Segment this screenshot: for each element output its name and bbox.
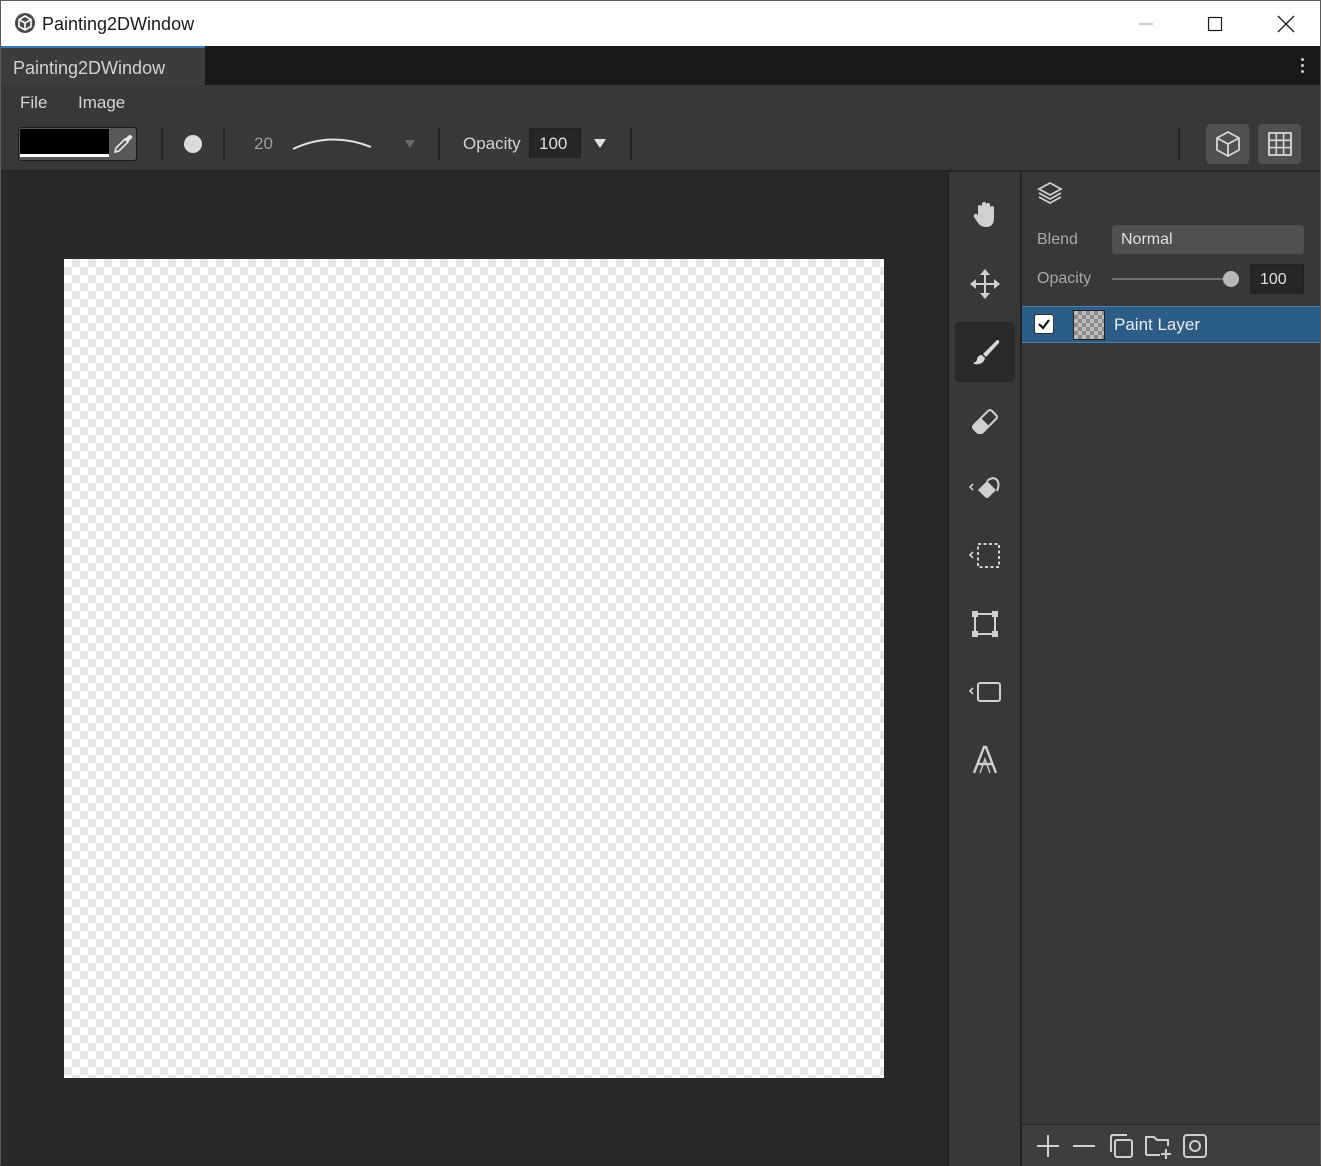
brush-icon [973, 340, 1000, 365]
move-tool-button[interactable] [955, 254, 1015, 314]
grid-icon [1267, 132, 1292, 156]
slider-handle[interactable] [1223, 271, 1239, 287]
fill-bucket-icon [968, 477, 1000, 498]
cube-icon [1215, 130, 1240, 158]
tab-label: Painting2DWindow [13, 58, 166, 78]
move-icon [970, 269, 1000, 299]
toolbar-divider [223, 128, 225, 160]
toolbar-divider [630, 128, 632, 160]
brush-shape-icon[interactable] [184, 135, 202, 153]
toolbar-divider [438, 128, 440, 160]
window-titlebar: Painting2DWindow [1, 1, 1320, 46]
layer-thumbnail [1073, 310, 1105, 340]
layer-opacity-slider[interactable] [1112, 278, 1232, 280]
opacity-input[interactable]: 100 [529, 128, 581, 158]
maximize-icon [1207, 16, 1223, 31]
layer-visibility-checkbox[interactable] [1034, 314, 1054, 334]
layer-opacity-label: Opacity [1037, 270, 1092, 287]
menu-bar: File Image [1, 85, 1320, 119]
shape-tool-button[interactable] [955, 662, 1015, 722]
3d-view-button[interactable] [1206, 124, 1249, 164]
paint-toolbar: 20 Opacity 100 [1, 119, 1320, 171]
text-tool-button[interactable] [955, 730, 1015, 790]
layer-name: Paint Layer [1114, 315, 1200, 334]
hand-tool-button[interactable] [955, 185, 1015, 245]
brush-curve-icon[interactable] [291, 133, 375, 155]
color-picker-field[interactable] [18, 127, 137, 161]
layer-row[interactable]: Paint Layer [1022, 306, 1320, 343]
selection-tool-button[interactable] [955, 526, 1015, 586]
layers-footer [1022, 1124, 1320, 1166]
transform-icon [972, 611, 998, 637]
duplicate-layer-icon[interactable] [1107, 1132, 1135, 1160]
text-icon [972, 745, 998, 774]
layers-icon [1037, 181, 1063, 205]
paint-canvas[interactable] [64, 259, 884, 1078]
fill-tool-button[interactable] [955, 458, 1015, 518]
editor-tab-bar: Painting2DWindow [1, 46, 1320, 85]
close-button[interactable] [1263, 1, 1309, 46]
blend-label: Blend [1037, 231, 1078, 248]
more-options-icon[interactable] [1294, 56, 1310, 76]
minimize-button[interactable] [1123, 1, 1169, 46]
layer-opacity-input[interactable]: 100 [1250, 264, 1304, 294]
grid-view-button[interactable] [1258, 124, 1301, 164]
maximize-button[interactable] [1192, 1, 1238, 46]
selection-icon [968, 543, 1000, 568]
transform-tool-button[interactable] [955, 594, 1015, 654]
tab-painting2dwindow[interactable]: Painting2DWindow [1, 46, 205, 85]
checkmark-icon [1038, 319, 1050, 330]
remove-layer-icon[interactable] [1070, 1132, 1098, 1160]
window-title: Painting2DWindow [42, 14, 195, 34]
menu-file[interactable]: File [20, 93, 47, 113]
minimize-icon [1139, 23, 1153, 24]
layers-panel: Blend Normal Opacity 100 Paint Layer [1022, 172, 1320, 1166]
chevron-down-icon[interactable] [403, 138, 417, 150]
hand-icon [973, 202, 994, 227]
painting-window: Painting2DWindow Painting2DWindow File I… [0, 0, 1321, 1166]
menu-image[interactable]: Image [78, 93, 125, 113]
add-layer-icon[interactable] [1034, 1132, 1062, 1160]
add-group-icon[interactable] [1144, 1132, 1172, 1160]
eyedropper-icon[interactable] [111, 132, 135, 156]
unity-app-icon [15, 13, 35, 33]
opacity-label: Opacity [463, 134, 521, 153]
mask-icon[interactable] [1181, 1132, 1209, 1160]
blend-mode-dropdown[interactable]: Normal [1112, 225, 1304, 254]
primary-color-swatch[interactable] [20, 129, 109, 157]
close-icon [1277, 15, 1295, 32]
eraser-tool-button[interactable] [955, 390, 1015, 450]
brush-size-value[interactable]: 20 [254, 134, 273, 154]
brush-tool-button[interactable] [955, 322, 1015, 382]
canvas-viewport[interactable] [1, 172, 947, 1166]
chevron-down-icon[interactable] [593, 137, 607, 149]
toolbar-divider [161, 128, 163, 160]
toolbar-divider [1178, 128, 1180, 160]
shape-icon [968, 682, 1001, 702]
tool-palette [947, 172, 1022, 1166]
eraser-icon [972, 409, 998, 434]
